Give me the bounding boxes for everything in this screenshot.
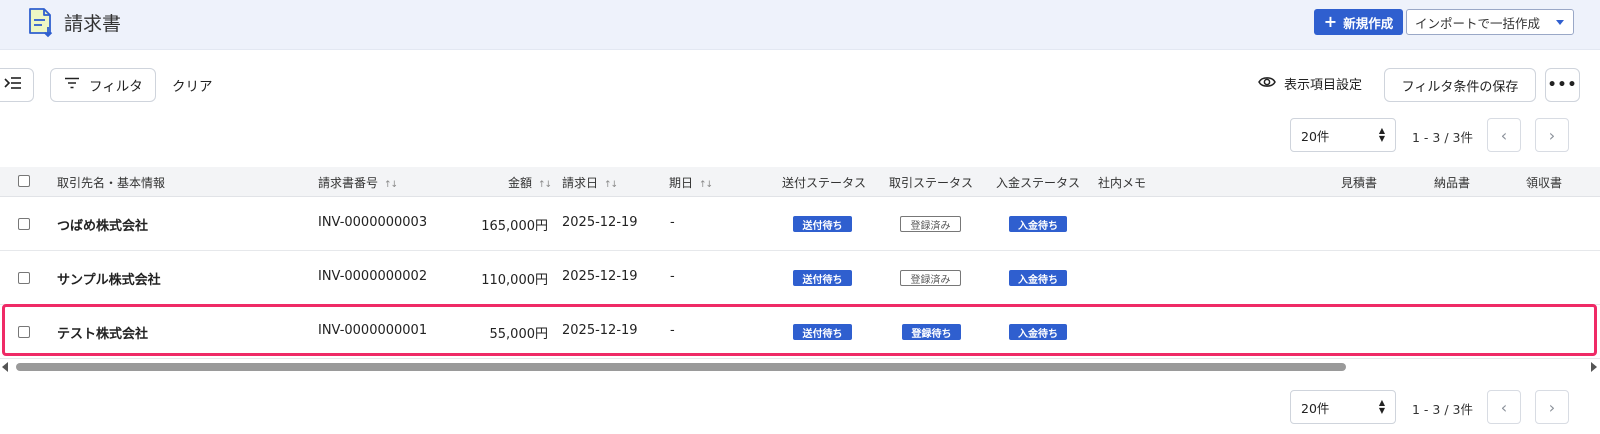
client-name[interactable]: サンプル株式会社 bbox=[57, 269, 161, 288]
deal-status-badge: 登録済み bbox=[900, 270, 961, 286]
due-date: - bbox=[670, 323, 675, 338]
due-date-header-label: 期日 bbox=[669, 176, 694, 190]
clear-filter-button[interactable]: クリア bbox=[172, 75, 213, 95]
table-row[interactable]: つばめ株式会社 INV-0000000003 165,000円 2025-12-… bbox=[0, 197, 1600, 251]
client-name[interactable]: テスト株式会社 bbox=[57, 323, 148, 342]
deal-status-badge: 登録済み bbox=[900, 216, 961, 232]
send-status-badge: 送付待ち bbox=[793, 324, 852, 340]
amount-header-label: 金額 bbox=[508, 176, 533, 190]
invoice-amount: 110,000円 bbox=[481, 273, 548, 288]
per-page-select[interactable]: 20件 ▲ ▼ bbox=[1290, 118, 1396, 152]
send-status-badge: 送付待ち bbox=[793, 216, 852, 232]
select-arrows-icon: ▲ ▼ bbox=[1378, 398, 1385, 415]
prev-page-button[interactable]: ‹ bbox=[1487, 118, 1521, 152]
more-options-button[interactable]: ••• bbox=[1545, 68, 1580, 102]
payment-status-badge: 入金待ち bbox=[1009, 216, 1067, 232]
table-row[interactable]: テスト株式会社 INV-0000000001 55,000円 2025-12-1… bbox=[0, 305, 1600, 359]
display-columns-label: 表示項目設定 bbox=[1284, 78, 1363, 93]
column-header-payment-status: 入金ステータス bbox=[996, 176, 1081, 190]
invoice-date: 2025-12-19 bbox=[562, 215, 638, 230]
column-header-client: 取引先名・基本情報 bbox=[57, 176, 166, 190]
next-page-button[interactable]: › bbox=[1535, 390, 1569, 424]
deal-status-badge: 登録待ち bbox=[902, 324, 961, 340]
table-header: 取引先名・基本情報 請求書番号 ↑↓ 金額 ↑↓ 請求日 ↑↓ 期日 ↑↓ 送付ステータ… bbox=[0, 167, 1600, 197]
column-header-invoice-no[interactable]: 請求書番号 ↑↓ bbox=[318, 174, 398, 191]
prev-page-button[interactable]: ‹ bbox=[1487, 390, 1521, 424]
caret-down-icon bbox=[1556, 20, 1564, 25]
column-header-delivery: 納品書 bbox=[1434, 176, 1471, 190]
select-all-checkbox[interactable] bbox=[18, 175, 30, 187]
per-page-value: 20件 bbox=[1301, 128, 1330, 144]
pagination-bottom: 20件 ▲ ▼ 1 - 3 / 3件 ‹ › bbox=[0, 390, 1600, 424]
display-columns-settings[interactable]: 表示項目設定 bbox=[1258, 74, 1362, 93]
eye-icon bbox=[1258, 76, 1276, 92]
page-title: 請求書 bbox=[64, 13, 122, 35]
row-checkbox[interactable] bbox=[18, 326, 30, 338]
page-range-text: 1 - 3 / 3件 bbox=[1412, 402, 1473, 417]
scroll-right-arrow[interactable] bbox=[1591, 362, 1597, 372]
new-invoice-button[interactable]: + 新規作成 bbox=[1314, 9, 1403, 35]
column-header-memo: 社内メモ bbox=[1098, 176, 1147, 190]
sort-icon: ↑↓ bbox=[538, 180, 552, 190]
filter-label: フィルタ bbox=[89, 79, 143, 95]
filter-button[interactable]: フィルタ bbox=[50, 68, 156, 102]
table-row[interactable]: サンプル株式会社 INV-0000000002 110,000円 2025-12… bbox=[0, 251, 1600, 305]
chevron-right-icon: › bbox=[1548, 397, 1556, 417]
invoice-number: INV-0000000003 bbox=[318, 215, 428, 230]
filter-icon bbox=[65, 77, 79, 93]
column-header-amount[interactable]: 金額 ↑↓ bbox=[508, 174, 552, 191]
chevron-left-icon: ‹ bbox=[1500, 125, 1508, 145]
column-header-deal-status: 取引ステータス bbox=[889, 176, 974, 190]
invoice-date: 2025-12-19 bbox=[562, 269, 638, 284]
column-header-due-date[interactable]: 期日 ↑↓ bbox=[669, 174, 713, 191]
column-header-send-status: 送付ステータス bbox=[782, 176, 867, 190]
chevron-left-icon: ‹ bbox=[1500, 397, 1508, 417]
bulk-import-label: インポートで一括作成 bbox=[1415, 15, 1541, 31]
new-invoice-label: 新規作成 bbox=[1343, 15, 1394, 31]
row-checkbox[interactable] bbox=[18, 272, 30, 284]
row-checkbox[interactable] bbox=[18, 218, 30, 230]
column-header-receipt: 領収書 bbox=[1526, 176, 1563, 190]
column-header-invoice-date[interactable]: 請求日 ↑↓ bbox=[562, 174, 618, 191]
send-status-badge: 送付待ち bbox=[793, 270, 852, 286]
chevron-right-icon: › bbox=[1548, 125, 1556, 145]
select-arrows-icon: ▲ ▼ bbox=[1378, 126, 1385, 143]
due-date: - bbox=[670, 269, 675, 284]
page-range-text: 1 - 3 / 3件 bbox=[1412, 130, 1473, 145]
save-filter-button[interactable]: フィルタ条件の保存 bbox=[1384, 68, 1536, 102]
bulk-import-dropdown[interactable]: インポートで一括作成 bbox=[1406, 9, 1574, 35]
sidebar-toggle-button[interactable] bbox=[0, 68, 34, 102]
plus-icon: + bbox=[1323, 12, 1338, 31]
per-page-value: 20件 bbox=[1301, 400, 1330, 416]
pagination-top: 20件 ▲ ▼ 1 - 3 / 3件 ‹ › bbox=[0, 118, 1600, 152]
payment-status-badge: 入金待ち bbox=[1009, 270, 1067, 286]
list-indent-icon bbox=[4, 76, 22, 94]
client-name[interactable]: つばめ株式会社 bbox=[57, 215, 148, 234]
sort-icon: ↑↓ bbox=[699, 180, 713, 190]
invoice-amount: 165,000円 bbox=[481, 219, 548, 234]
invoice-amount: 55,000円 bbox=[489, 327, 549, 342]
invoice-document-icon bbox=[26, 7, 56, 39]
invoice-no-header-label: 請求書番号 bbox=[318, 176, 379, 190]
payment-status-badge: 入金待ち bbox=[1009, 324, 1067, 340]
per-page-select[interactable]: 20件 ▲ ▼ bbox=[1290, 390, 1396, 424]
next-page-button[interactable]: › bbox=[1535, 118, 1569, 152]
invoice-date-header-label: 請求日 bbox=[562, 176, 599, 190]
horizontal-scrollbar-thumb[interactable] bbox=[16, 363, 1346, 371]
invoice-number: INV-0000000001 bbox=[318, 323, 428, 338]
more-horizontal-icon: ••• bbox=[1547, 77, 1578, 93]
invoice-date: 2025-12-19 bbox=[562, 323, 638, 338]
page-header: 請求書 + 新規作成 インポートで一括作成 bbox=[0, 0, 1600, 50]
sort-icon: ↑↓ bbox=[384, 180, 398, 190]
due-date: - bbox=[670, 215, 675, 230]
invoice-number: INV-0000000002 bbox=[318, 269, 428, 284]
sort-icon: ↑↓ bbox=[604, 180, 618, 190]
scroll-left-arrow[interactable] bbox=[2, 362, 8, 372]
column-header-estimate: 見積書 bbox=[1341, 176, 1378, 190]
